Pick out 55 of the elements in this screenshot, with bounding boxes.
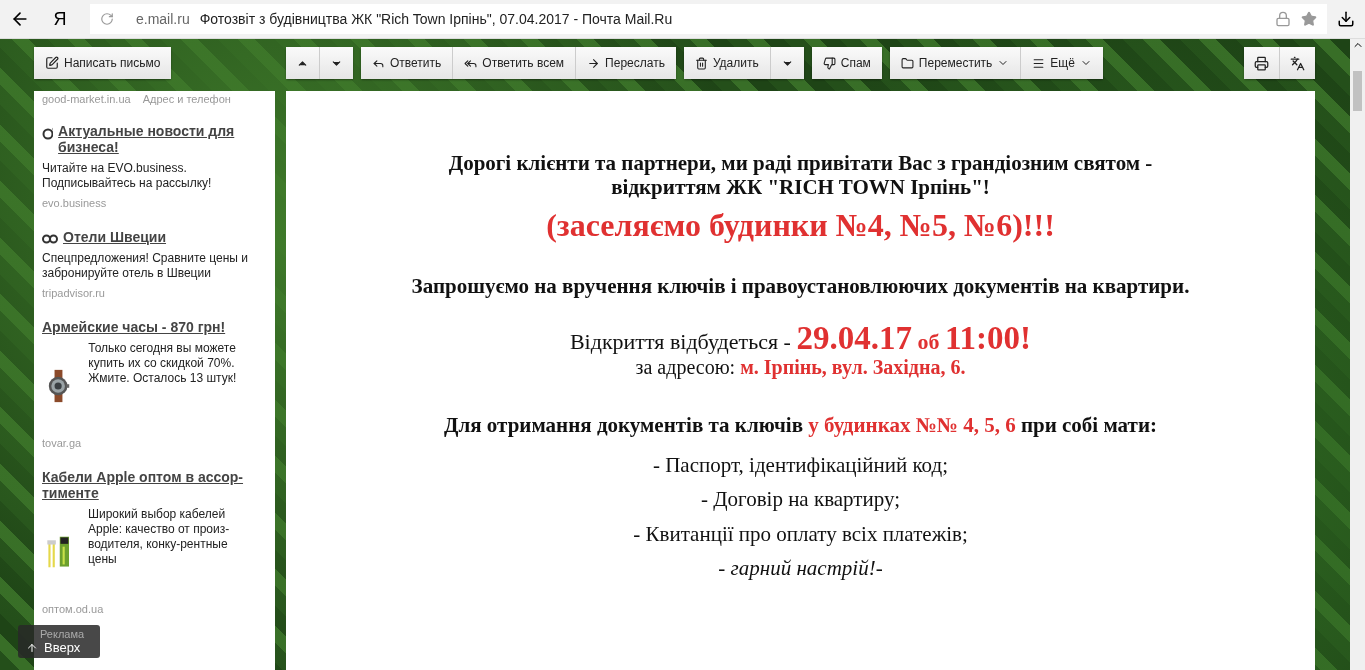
previous-button[interactable] (286, 47, 320, 79)
reply-button[interactable]: Ответить (361, 47, 454, 79)
dropdown-button[interactable] (770, 47, 804, 79)
ad-source: оптом.od.ua (42, 603, 105, 615)
back-to-top-link[interactable]: Вверх (26, 640, 85, 655)
more-button[interactable]: Ещё (1021, 47, 1103, 79)
ring-icon (42, 126, 54, 140)
email-paragraph: Запрошуємо на вручення ключів і правоустановлюючих документів на квартири. (411, 274, 1190, 299)
ad-text: Читайте на EVO.business. Подписывайтесь на рассылку! (42, 161, 213, 191)
ad-text: Широкий выбор кабелей Apple: качество от произ-водителя, конку-рентные цены (87, 507, 231, 567)
pencil-icon (45, 56, 59, 70)
browser-logo[interactable]: Я (40, 8, 80, 30)
ad-source: good-market.in.ua (42, 93, 131, 105)
translate-icon (1290, 55, 1305, 71)
delete-button[interactable]: Удалить (683, 47, 771, 79)
ad-title[interactable]: Актуальные новости для бизнеса! (58, 123, 249, 155)
translate-button[interactable] (1280, 47, 1315, 79)
reload-icon[interactable] (100, 12, 114, 26)
lock-icon[interactable] (1275, 11, 1291, 27)
email-paragraph: - Договір на квартиру; (700, 487, 901, 512)
scrollbar-thumb[interactable] (1353, 71, 1362, 111)
reply-all-button[interactable]: Ответить всем (453, 47, 577, 79)
download-icon[interactable] (1337, 10, 1355, 28)
email-paragraph: Для отримання документів та ключів у будинках №№ 4, 5, 6 при собі мати: (444, 413, 1157, 438)
ad-source: tripadvisor.ru (42, 287, 106, 299)
email-paragraph: за адресою: м. Ірпінь, вул. Західна, 6. (635, 356, 966, 380)
menu-icon (1032, 56, 1046, 70)
forward-arrow-icon (587, 56, 601, 70)
email-paragraph: Дорогі клієнти та партнери, ми раді привітати Вас з грандіозним святом - відкриттям ЖК "RICH TOWN Ірпінь"! (447, 151, 1154, 200)
ad-text: Только сегодня вы можете купить их со скидкой 70%. Жмите. Осталось 13 штук! (88, 341, 238, 386)
email-paragraph: (заселяємо будинки №4, №5, №6)!!! (546, 207, 1055, 245)
star-icon[interactable] (1301, 11, 1317, 27)
spam-button[interactable]: Спам (811, 47, 882, 79)
ad-label: Реклама (40, 628, 85, 640)
ad-text: Спецпредложения! Сравните цены и забронируйте отель в Швеции (42, 251, 249, 281)
email-paragraph: - Паспорт, ідентифікаційний код; (652, 453, 949, 478)
email-paragraph: - гарний настрій!- (718, 555, 883, 580)
ad-source: evo.business (42, 197, 108, 209)
compose-button[interactable]: Написать письмо (34, 47, 172, 79)
ad-source: tovar.ga (42, 437, 83, 449)
up-arrow-icon (26, 641, 38, 654)
owl-icon (42, 233, 58, 245)
forward-button[interactable]: Переслать (576, 47, 676, 79)
email-paragraph: Відкриття відбудеться - 29.04.17 об 11:00! (569, 320, 1032, 359)
printer-icon (1254, 55, 1269, 71)
ad-title[interactable]: Кабели Apple оптом в ассор-тименте (42, 469, 249, 501)
ad-title[interactable]: Отели Швеции (63, 229, 167, 245)
move-button[interactable]: Переместить (889, 47, 1022, 79)
address-bar[interactable]: e.mail.ru Фотозвіт з будівництва ЖК "Rich Town Ірпінь", 07.04.2017 - Почта Mail.Ru (90, 4, 1327, 34)
folder-icon (900, 56, 914, 70)
ad-title[interactable]: Армейские часы - 870 грн! (42, 319, 226, 335)
print-button[interactable] (1244, 47, 1280, 79)
trash-icon (694, 56, 708, 70)
email-paragraph: - Квитанції про оплату всіх платежів; (633, 521, 968, 546)
thumbs-down-icon (822, 56, 836, 70)
